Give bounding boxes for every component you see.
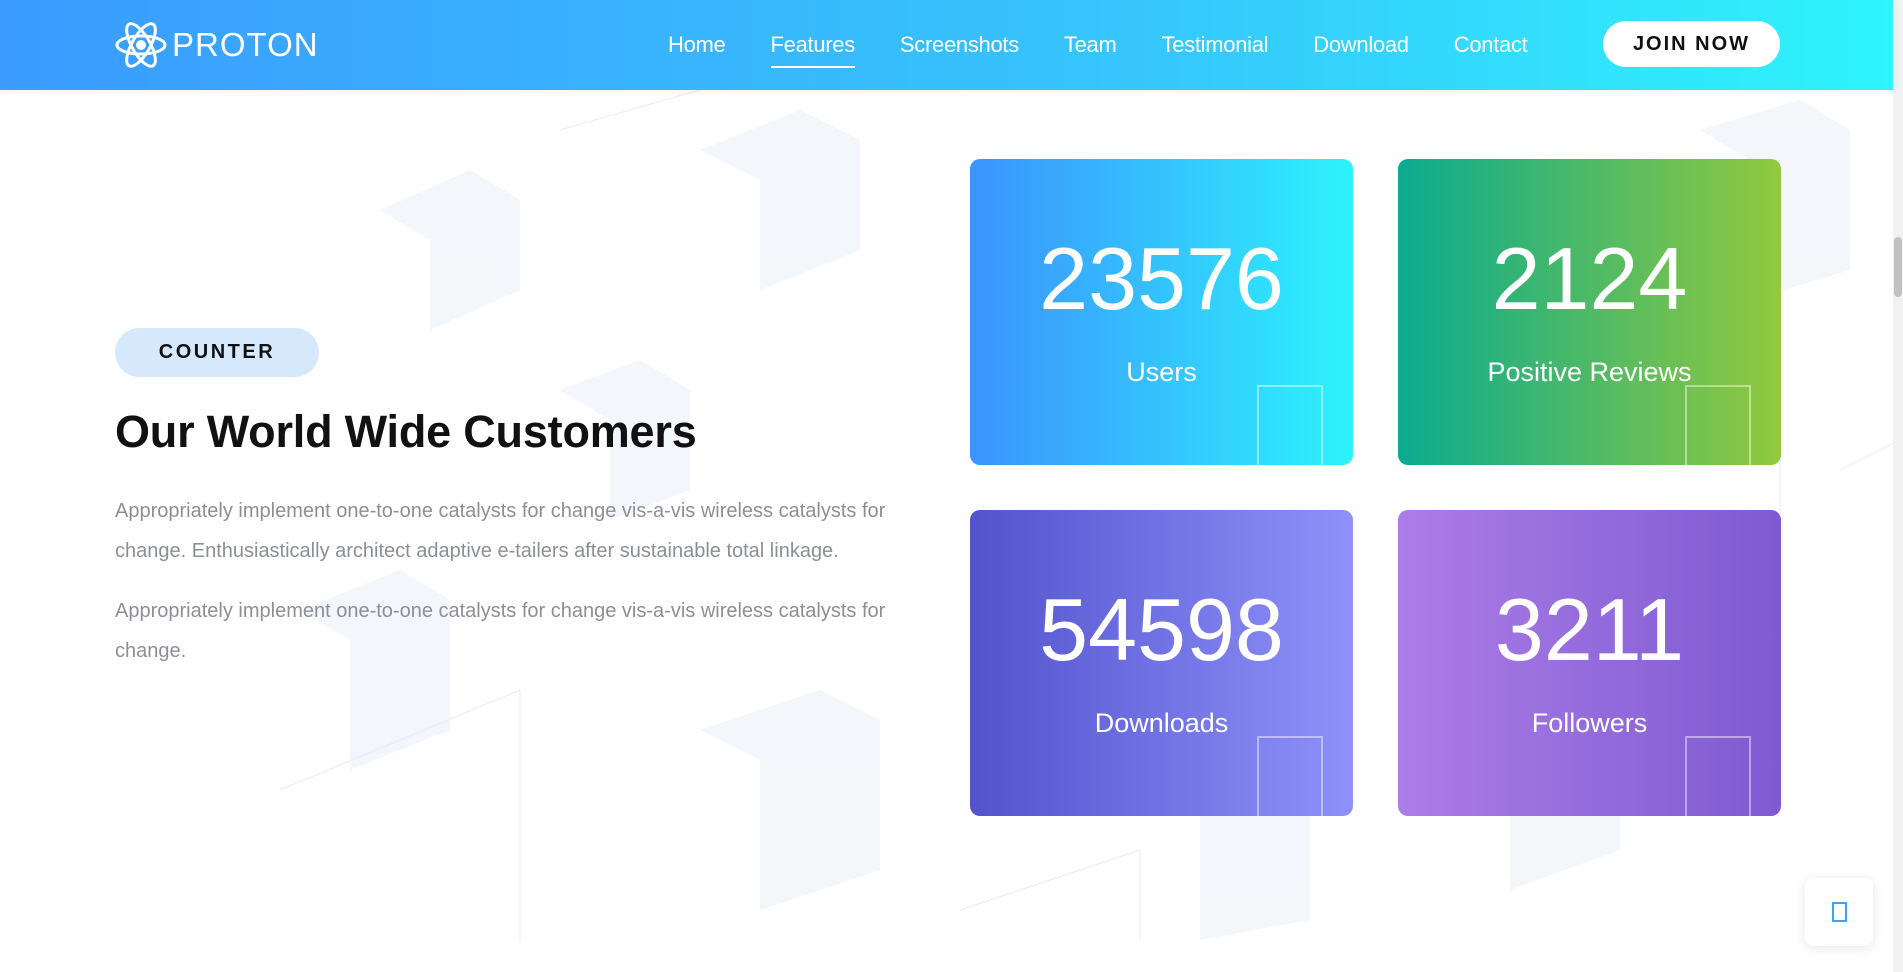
counter-number: 23576 xyxy=(1039,229,1284,328)
logo[interactable]: PROTON xyxy=(115,18,319,72)
counter-number: 2124 xyxy=(1491,229,1688,328)
card-decoration xyxy=(1257,385,1323,465)
section-badge: COUNTER xyxy=(115,328,319,377)
nav-team[interactable]: Team xyxy=(1064,32,1117,58)
nav-features[interactable]: Features xyxy=(770,32,856,68)
nav-download[interactable]: Download xyxy=(1313,32,1409,58)
counter-card-positive-reviews: 2124 Positive Reviews xyxy=(1398,159,1781,465)
counter-label: Users xyxy=(1126,357,1197,387)
back-to-top-button[interactable] xyxy=(1805,878,1873,946)
section-paragraph-2: Appropriately implement one-to-one catal… xyxy=(115,600,886,662)
page: PROTON Home Features Screenshots Team Te… xyxy=(0,0,1903,972)
card-decoration xyxy=(1257,736,1323,816)
join-now-button[interactable]: JOIN NOW xyxy=(1603,21,1780,67)
main-nav: Home Features Screenshots Team Testimoni… xyxy=(668,0,1572,90)
counter-number: 54598 xyxy=(1039,580,1284,679)
counter-label: Followers xyxy=(1531,708,1648,738)
section-paragraph-1: Appropriately implement one-to-one catal… xyxy=(115,500,886,562)
page-scrollbar[interactable] xyxy=(1893,0,1903,972)
arrow-up-icon xyxy=(1831,902,1847,922)
section-title: Our World Wide Customers xyxy=(115,406,697,457)
card-decoration xyxy=(1685,385,1751,465)
logo-text: PROTON xyxy=(172,26,319,63)
nav-testimonial[interactable]: Testimonial xyxy=(1162,32,1269,58)
counter-card-followers: 3211 Followers xyxy=(1398,510,1781,816)
scrollbar-thumb[interactable] xyxy=(1894,237,1902,297)
nav-screenshots[interactable]: Screenshots xyxy=(900,32,1019,58)
counter-card-users: 23576 Users xyxy=(970,159,1353,465)
counter-label: Positive Reviews xyxy=(1487,357,1692,387)
counter-card-downloads: 54598 Downloads xyxy=(970,510,1353,816)
counter-label: Downloads xyxy=(1094,708,1229,738)
counter-number: 3211 xyxy=(1494,580,1685,679)
atom-icon xyxy=(115,22,167,68)
nav-home[interactable]: Home xyxy=(668,32,726,58)
card-decoration xyxy=(1685,736,1751,816)
nav-contact[interactable]: Contact xyxy=(1454,32,1528,58)
header: PROTON Home Features Screenshots Team Te… xyxy=(0,0,1893,90)
